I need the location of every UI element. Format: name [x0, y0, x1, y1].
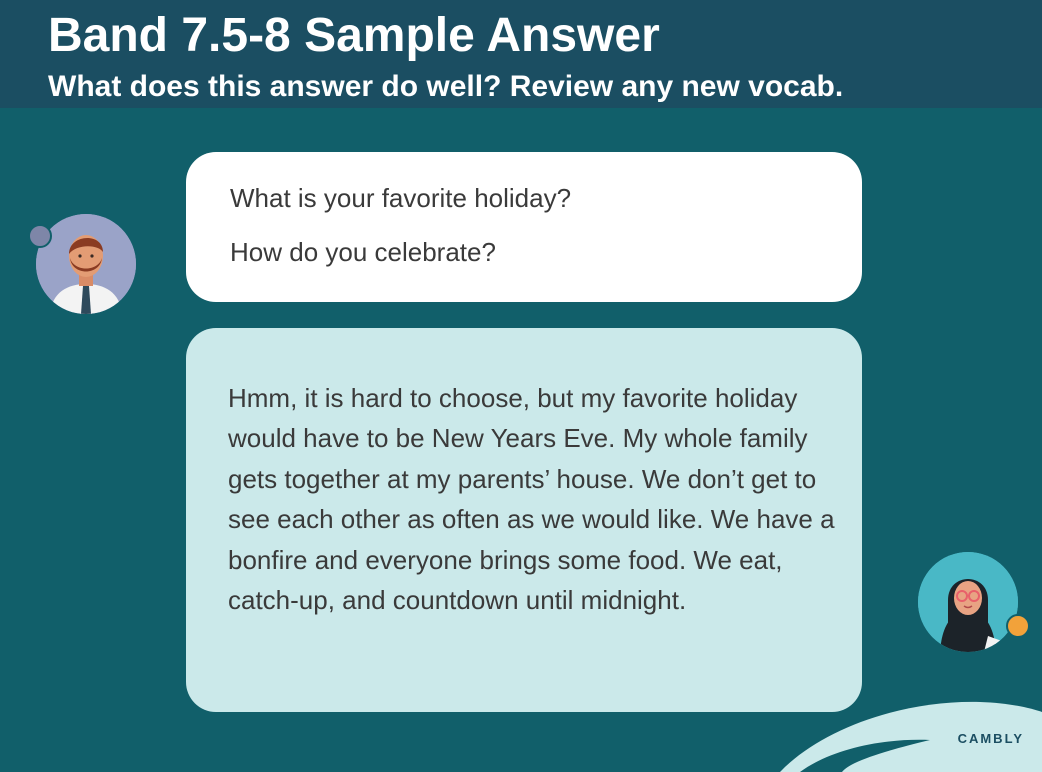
answer-bubble: Hmm, it is hard to choose, but my favori… — [186, 328, 862, 712]
female-student-avatar — [918, 552, 1018, 652]
man-portrait-icon — [36, 214, 136, 314]
avatar-dot-icon — [28, 224, 52, 248]
answer-text: Hmm, it is hard to choose, but my favori… — [228, 383, 835, 616]
question-line-1: What is your favorite holiday? — [230, 183, 572, 213]
question-line-2: How do you celebrate? — [230, 237, 496, 267]
male-tutor-avatar — [36, 214, 136, 314]
woman-portrait-icon — [918, 552, 1018, 652]
brand-logo: CAMBLY — [957, 731, 1024, 746]
avatar-hand-icon — [1006, 614, 1030, 638]
question-bubble: What is your favorite holiday? How do yo… — [186, 152, 862, 302]
